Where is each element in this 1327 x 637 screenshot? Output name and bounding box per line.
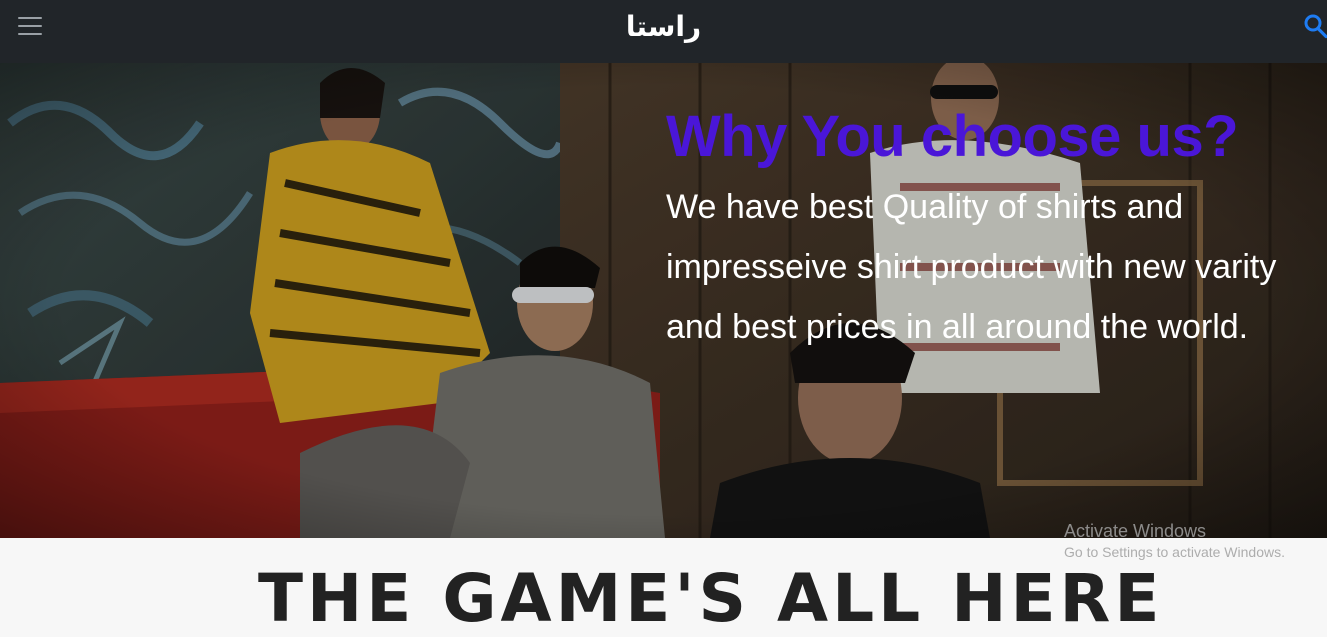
hero-text-block: Why You choose us? We have best Quality … <box>666 103 1316 357</box>
section-heading: THE GAME'S ALL HERE <box>258 560 1164 637</box>
watermark-title: Activate Windows <box>1064 521 1207 541</box>
watermark-subtitle: Go to Settings to activate Windows. <box>1064 544 1285 560</box>
search-icon[interactable] <box>1304 13 1327 39</box>
hero-description: We have best Quality of shirts and impre… <box>666 188 1277 346</box>
brand-logo[interactable]: راستا <box>0 10 1327 43</box>
hero-title: Why You choose us? <box>666 104 1239 169</box>
windows-activation-watermark: Activate Windows Go to Settings to activ… <box>1064 520 1285 562</box>
top-navbar: راستا <box>0 0 1327 63</box>
hero-banner: Why You choose us? We have best Quality … <box>0 63 1327 538</box>
